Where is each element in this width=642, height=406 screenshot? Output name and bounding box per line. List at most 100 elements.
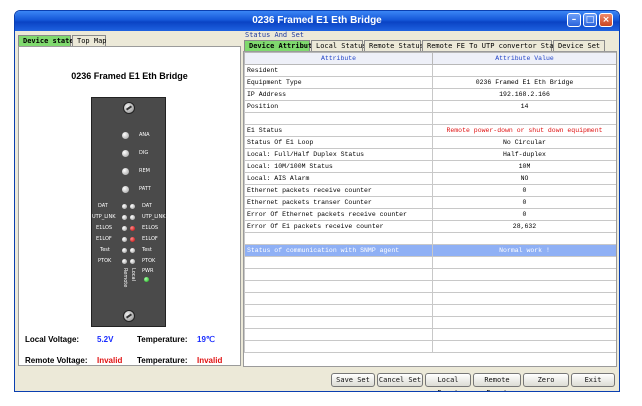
table-row[interactable] [244,232,616,245]
table-row[interactable]: Error Of E1 packets receive counter 28,63… [244,220,616,233]
column-header-attribute[interactable]: Attribute [244,52,433,65]
attribute-value-cell: 192.168.2.166 [432,88,616,101]
attribute-cell: Resident [244,64,433,77]
table-row[interactable] [244,256,616,269]
attribute-cell [244,232,433,245]
remote-temp-label: Temperature: [137,356,188,365]
table-row[interactable]: Ethernet packets transer Counter 0 [244,196,616,209]
attribute-value-cell: No Circular [432,136,616,149]
table-row[interactable]: Resident [244,64,616,77]
attribute-value-cell [432,328,616,341]
column-header-attribute-value[interactable]: Attribute Value [432,52,616,65]
table-row[interactable] [244,292,616,305]
table-row[interactable]: Position 14 [244,100,616,113]
cancel-set-button[interactable]: Cancel Set [377,373,423,387]
label-dat-local: DAT [142,203,152,209]
remote-voltage-label: Remote Voltage: [25,356,88,365]
table-row[interactable]: E1 Status Remote power-down or shut down … [244,124,616,137]
remote-temp-value: Invalid [197,356,223,365]
table-row[interactable] [244,268,616,281]
label-dat-remote: DAT [98,203,108,209]
attribute-cell: Local: 10M/100M Status [244,160,433,173]
led-pwr [144,277,149,282]
table-row[interactable]: Local: 10M/100M Status 10M [244,160,616,173]
remote-reset-button[interactable]: Remote Reset [473,373,521,391]
attribute-cell: Error Of Ethernet packets receive counte… [244,208,433,221]
tab-device-state[interactable]: Device state [18,35,74,46]
attribute-value-cell [432,292,616,305]
label-ptok-remote: PTOK [98,258,112,264]
led-ptok-remote [122,259,127,264]
table-header-row: Attribute Attribute Value [244,52,616,65]
table-row[interactable] [244,304,616,317]
local-temp-label: Temperature: [137,335,188,344]
attribute-value-cell: 10M [432,160,616,173]
tab-local-status[interactable]: Local Status [311,40,367,51]
label-dig: DIG [139,150,149,156]
label-ana: ANA [139,132,150,138]
table-row[interactable]: Ethernet packets receive counter 0 [244,184,616,197]
attribute-cell: Local: Full/Half Duplex Status [244,148,433,161]
label-e1los-local: E1LOS [142,225,159,231]
window-title: 0236 Framed E1 Eth Bridge [252,15,382,26]
attribute-table-container[interactable]: Attribute Attribute Value Resident Equipm… [243,51,617,367]
attribute-value-cell: 14 [432,100,616,113]
tab-top-map[interactable]: Top Map [72,35,107,46]
local-voltage-value: 5.2V [97,335,114,344]
table-row[interactable]: Local: Full/Half Duplex Status Half-duple… [244,148,616,161]
tab-device-attribute[interactable]: Device Attribute [244,40,316,51]
table-row[interactable]: Error Of Ethernet packets receive counte… [244,208,616,221]
attribute-cell: Status Of E1 Loop [244,136,433,149]
status-and-set-label: Status And Set [245,31,305,39]
minimize-button[interactable]: – [567,13,581,27]
table-row[interactable]: Status of communication with SNMP agent N… [244,244,616,257]
table-row[interactable]: Equipment Type 0236 Framed E1 Eth Bridge [244,76,616,89]
attribute-value-cell [432,304,616,317]
device-card: ANA DIG REM PATT DAT DAT UTP_LINK UTP_LI… [91,97,166,327]
attribute-cell [244,112,433,125]
attribute-value-cell [432,232,616,245]
table-row[interactable] [244,328,616,341]
attribute-cell [244,304,433,317]
label-rem: REM [139,168,150,174]
led-e1lof-remote [122,237,127,242]
local-temp-value: 19℃ [197,335,215,344]
attribute-table: Attribute Attribute Value Resident Equipm… [244,52,616,353]
tab-remote-status[interactable]: Remote Status [364,40,424,51]
screw-top-icon [123,102,135,114]
table-row[interactable]: Status Of E1 Loop No Circular [244,136,616,149]
remote-voltage-value: Invalid [97,356,123,365]
attribute-value-cell [432,64,616,77]
label-utp-local: UTP_LINK [142,214,166,220]
close-button[interactable]: × [599,13,613,27]
table-row[interactable] [244,280,616,293]
device-state-panel: 0236 Framed E1 Eth Bridge ANA DIG REM PA… [18,46,241,366]
table-row[interactable] [244,112,616,125]
screw-bottom-icon [123,310,135,322]
local-reset-button[interactable]: Local Reset [425,373,471,391]
table-row[interactable]: IP Address 192.168.2.166 [244,88,616,101]
label-test-remote: Test [100,247,110,253]
led-e1los-remote [122,226,127,231]
table-row[interactable]: Local: AIS Alarm NO [244,172,616,185]
save-set-button[interactable]: Save Set [331,373,375,387]
attribute-value-cell [432,280,616,293]
tab-device-set[interactable]: Device Set [553,40,605,51]
table-row[interactable] [244,316,616,329]
label-test-local: Test [142,247,152,253]
zero-button[interactable]: Zero [523,373,569,387]
attribute-value-cell [432,316,616,329]
attribute-cell [244,340,433,353]
attribute-cell: Error Of E1 packets receive counter [244,220,433,233]
label-utp-remote: UTP_LINK [92,214,116,220]
led-utp-remote [122,215,127,220]
tab-remote-fe-utp-status[interactable]: Remote FE To UTP convertor Status [422,40,566,51]
led-dig [122,150,129,157]
exit-button[interactable]: Exit [571,373,615,387]
attribute-value-cell [432,112,616,125]
table-row[interactable] [244,340,616,353]
maximize-button[interactable]: □ [583,13,597,27]
label-pwr: PWR [142,268,154,274]
attribute-value-cell: 28,632 [432,220,616,233]
attribute-cell: Ethernet packets receive counter [244,184,433,197]
